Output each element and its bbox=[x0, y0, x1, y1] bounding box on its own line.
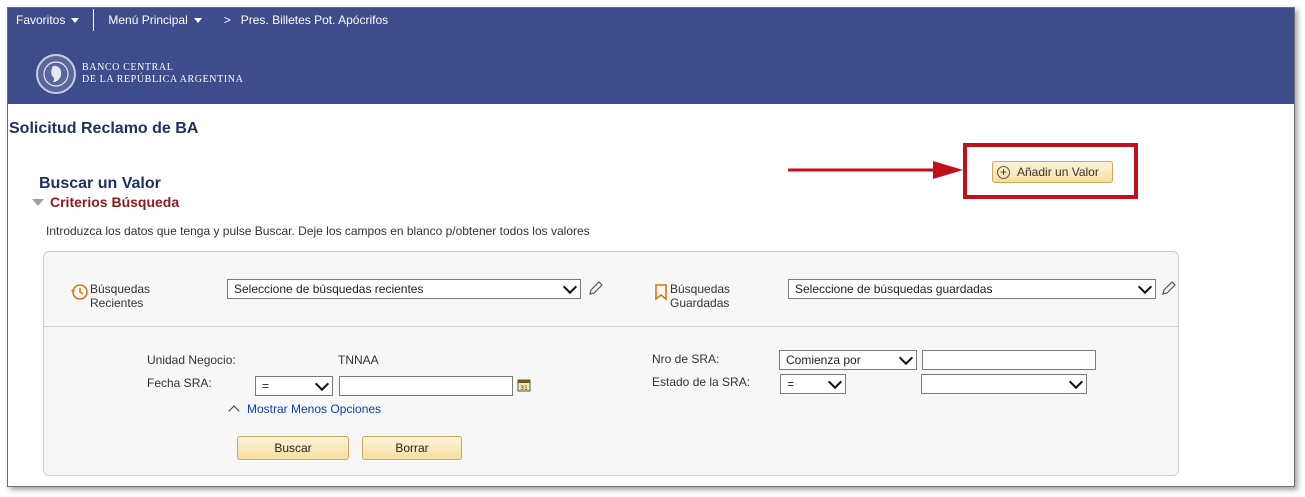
saved-label-line1: Búsquedas bbox=[670, 282, 731, 296]
chevron-down-icon bbox=[1137, 279, 1153, 295]
chevron-up-icon bbox=[228, 405, 240, 417]
show-fewer-options-link[interactable]: Mostrar Menos Opciones bbox=[228, 402, 382, 417]
search-button[interactable]: Buscar bbox=[237, 436, 349, 460]
main-menu[interactable]: Menú Principal bbox=[100, 8, 209, 32]
sra-date-label: Fecha SRA: bbox=[147, 376, 212, 390]
search-instructions: Introduzca los datos que tenga y pulse B… bbox=[46, 224, 590, 238]
sra-status-operator-select[interactable]: = bbox=[780, 374, 846, 394]
recent-searches-label: Búsquedas Recientes bbox=[90, 282, 150, 310]
bookmark-icon bbox=[655, 284, 667, 301]
caret-down-icon bbox=[71, 17, 80, 23]
sra-status-operator-value: = bbox=[787, 377, 795, 391]
chevron-down-icon bbox=[314, 376, 330, 392]
pencil-icon[interactable] bbox=[1160, 279, 1178, 297]
business-unit-label: Unidad Negocio: bbox=[147, 353, 236, 367]
bank-logo: BANCO CENTRAL DE LA REPÚBLICA ARGENTINA bbox=[36, 54, 243, 94]
recent-label-line2: Recientes bbox=[90, 296, 144, 310]
breadcrumb-current[interactable]: Pres. Billetes Pot. Apócrifos bbox=[241, 13, 388, 27]
favorites-label: Favoritos bbox=[16, 13, 66, 27]
plus-circle-icon: + bbox=[997, 165, 1010, 179]
svg-text:31: 31 bbox=[520, 385, 528, 392]
chevron-down-icon bbox=[898, 350, 914, 366]
collapse-triangle-icon bbox=[32, 198, 44, 206]
criteria-label: Criterios Búsqueda bbox=[50, 194, 180, 210]
saved-label-line2: Guardadas bbox=[670, 296, 730, 310]
sra-date-operator-select[interactable]: = bbox=[255, 376, 333, 396]
recent-select-value: Seleccione de búsquedas recientes bbox=[234, 282, 424, 296]
business-unit-value: TNNAA bbox=[338, 353, 379, 367]
add-value-button[interactable]: + Añadir un Valor bbox=[992, 161, 1113, 183]
panel-divider bbox=[44, 326, 1178, 327]
sra-date-input[interactable] bbox=[339, 376, 513, 396]
sra-status-label: Estado de la SRA: bbox=[652, 375, 751, 389]
main-menu-label: Menú Principal bbox=[108, 13, 188, 27]
sra-number-operator-value: Comienza por bbox=[786, 353, 861, 367]
page-title: Solicitud Reclamo de BA bbox=[9, 120, 199, 137]
app-window: Favoritos Menú Principal > Pres. Billete… bbox=[7, 7, 1295, 487]
history-icon bbox=[71, 284, 88, 300]
breadcrumb-separator: > bbox=[223, 13, 231, 27]
red-arrow-icon bbox=[788, 161, 963, 179]
search-panel: Búsquedas Recientes Seleccione de búsque… bbox=[43, 251, 1179, 476]
calendar-icon[interactable]: 31 bbox=[517, 378, 531, 392]
add-value-label: Añadir un Valor bbox=[1017, 165, 1099, 179]
caret-down-icon bbox=[193, 17, 202, 23]
sra-number-input[interactable] bbox=[922, 350, 1096, 370]
sra-date-operator-value: = bbox=[262, 379, 270, 393]
bank-name-line1: BANCO CENTRAL bbox=[82, 62, 174, 73]
favorites-menu[interactable]: Favoritos bbox=[8, 8, 87, 32]
clear-button[interactable]: Borrar bbox=[362, 436, 462, 460]
chevron-down-icon bbox=[827, 374, 843, 390]
search-section-title: Buscar un Valor bbox=[39, 175, 161, 192]
nav-divider bbox=[93, 9, 95, 31]
bank-name: BANCO CENTRAL DE LA REPÚBLICA ARGENTINA bbox=[82, 62, 243, 86]
chevron-down-icon bbox=[562, 279, 578, 295]
show-fewer-options-label: Mostrar Menos Opciones bbox=[247, 402, 382, 416]
sra-number-operator-select[interactable]: Comienza por bbox=[779, 350, 917, 370]
saved-searches-label: Búsquedas Guardadas bbox=[670, 282, 730, 310]
pencil-icon[interactable] bbox=[587, 279, 605, 297]
bank-seal-icon bbox=[36, 54, 76, 94]
saved-searches-select[interactable]: Seleccione de búsquedas guardadas bbox=[788, 279, 1156, 299]
sra-number-label: Nro de SRA: bbox=[652, 352, 720, 366]
recent-label-line1: Búsquedas bbox=[90, 282, 151, 296]
sra-status-select[interactable] bbox=[921, 374, 1087, 394]
top-navigation: Favoritos Menú Principal > Pres. Billete… bbox=[8, 8, 388, 32]
bank-name-line2: DE LA REPÚBLICA ARGENTINA bbox=[82, 74, 244, 85]
recent-searches-select[interactable]: Seleccione de búsquedas recientes bbox=[227, 279, 581, 299]
header-bar: Favoritos Menú Principal > Pres. Billete… bbox=[8, 8, 1294, 104]
search-criteria-toggle[interactable]: Criterios Búsqueda bbox=[32, 194, 179, 210]
chevron-down-icon bbox=[1068, 374, 1084, 390]
saved-select-value: Seleccione de búsquedas guardadas bbox=[795, 282, 993, 296]
